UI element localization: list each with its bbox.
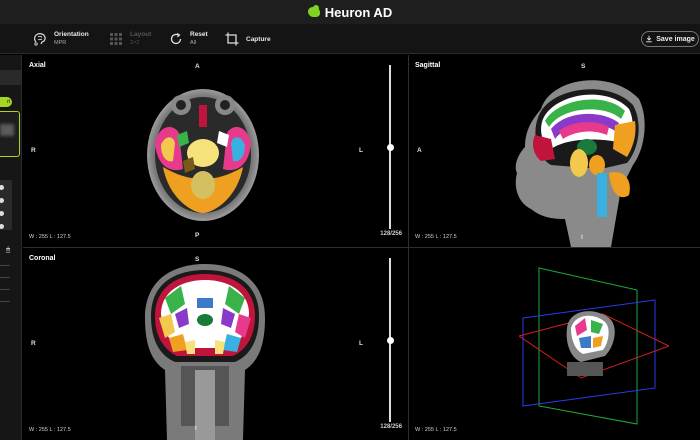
orientation-left: R [31, 147, 36, 154]
reset-button[interactable]: Reset All [168, 28, 208, 50]
grid-icon [110, 33, 122, 45]
left-sidebar: rt 🖱 [0, 55, 22, 440]
layout-value: 2×2 [130, 40, 140, 46]
axial-brain-image [147, 89, 259, 221]
slice-slider-thumb[interactable] [386, 336, 394, 344]
app-title: Heuron AD [324, 4, 393, 20]
divider [0, 277, 10, 278]
orientation-top: A [195, 63, 200, 70]
crop-icon [225, 32, 239, 46]
capture-button[interactable]: Capture [224, 28, 271, 50]
orientation-left: R [31, 340, 36, 347]
window-level: W : 255 L : 127.5 [415, 427, 457, 433]
viewport-title: Coronal [29, 255, 56, 262]
sidebar-header [0, 70, 21, 85]
sidebar-toggle-pill[interactable]: rt [0, 97, 12, 107]
orientation-bottom: I [195, 425, 197, 432]
title-bar: Heuron AD [0, 0, 700, 24]
orientation-label: Orientation [54, 31, 89, 38]
sagittal-brain-image [515, 80, 645, 247]
mouse-icon: 🖱 [6, 247, 11, 254]
sidebar-selected-card[interactable] [0, 111, 20, 157]
divider [0, 265, 10, 266]
3d-render-image [519, 267, 669, 425]
window-level: W : 255 L : 127.5 [29, 427, 71, 433]
heuron-logo-icon [307, 5, 320, 17]
orientation-right: L [359, 147, 363, 154]
orientation-top: S [195, 256, 200, 263]
toolbar: Orientation MPR Layout 2×2 Reset All Cap… [0, 24, 700, 54]
layout-button[interactable]: Layout 2×2 [108, 28, 151, 50]
slice-slider-thumb[interactable] [386, 143, 394, 151]
viewport-title: Sagittal [415, 62, 441, 69]
layout-label: Layout [130, 31, 152, 38]
capture-label: Capture [246, 35, 271, 43]
orientation-button[interactable]: Orientation MPR [32, 28, 89, 50]
brand: Heuron AD [307, 4, 393, 20]
viewport-title: Axial [29, 62, 46, 69]
coronal-brain-image [145, 264, 265, 440]
orientation-value: MPR [54, 40, 67, 46]
sagittal-viewport[interactable]: Sagittal S A I W : 255 L : 127.5 [409, 55, 700, 247]
orientation-right: L [359, 340, 363, 347]
slice-index: 128/256 [380, 231, 402, 237]
window-level: W : 255 L : 127.5 [415, 234, 457, 240]
slice-index: 128/256 [380, 424, 402, 430]
download-icon [646, 35, 653, 43]
coronal-viewport[interactable]: Coronal S I R L W : 255 L : 127.5 128/25… [23, 248, 408, 440]
divider [0, 289, 10, 290]
reset-value: All [190, 40, 197, 46]
reset-icon [170, 32, 182, 45]
orientation-left: A [417, 147, 422, 154]
save-image-button[interactable]: Save image [641, 31, 699, 47]
orientation-top: S [581, 63, 586, 70]
thumbnail [0, 124, 14, 136]
3d-viewport[interactable]: W : 255 L : 127.5 [409, 248, 700, 440]
viewport-divider-horizontal [23, 247, 700, 248]
brain-orientation-icon [34, 33, 46, 46]
orientation-bottom: P [195, 232, 200, 239]
reset-label: Reset [190, 31, 208, 38]
save-image-label: Save image [656, 35, 695, 43]
axial-viewport[interactable]: Axial A P R L W : 255 L : 127.5 128/256 [23, 55, 408, 247]
orientation-bottom: I [581, 234, 583, 241]
window-level: W : 255 L : 127.5 [29, 234, 71, 240]
divider [0, 301, 10, 302]
